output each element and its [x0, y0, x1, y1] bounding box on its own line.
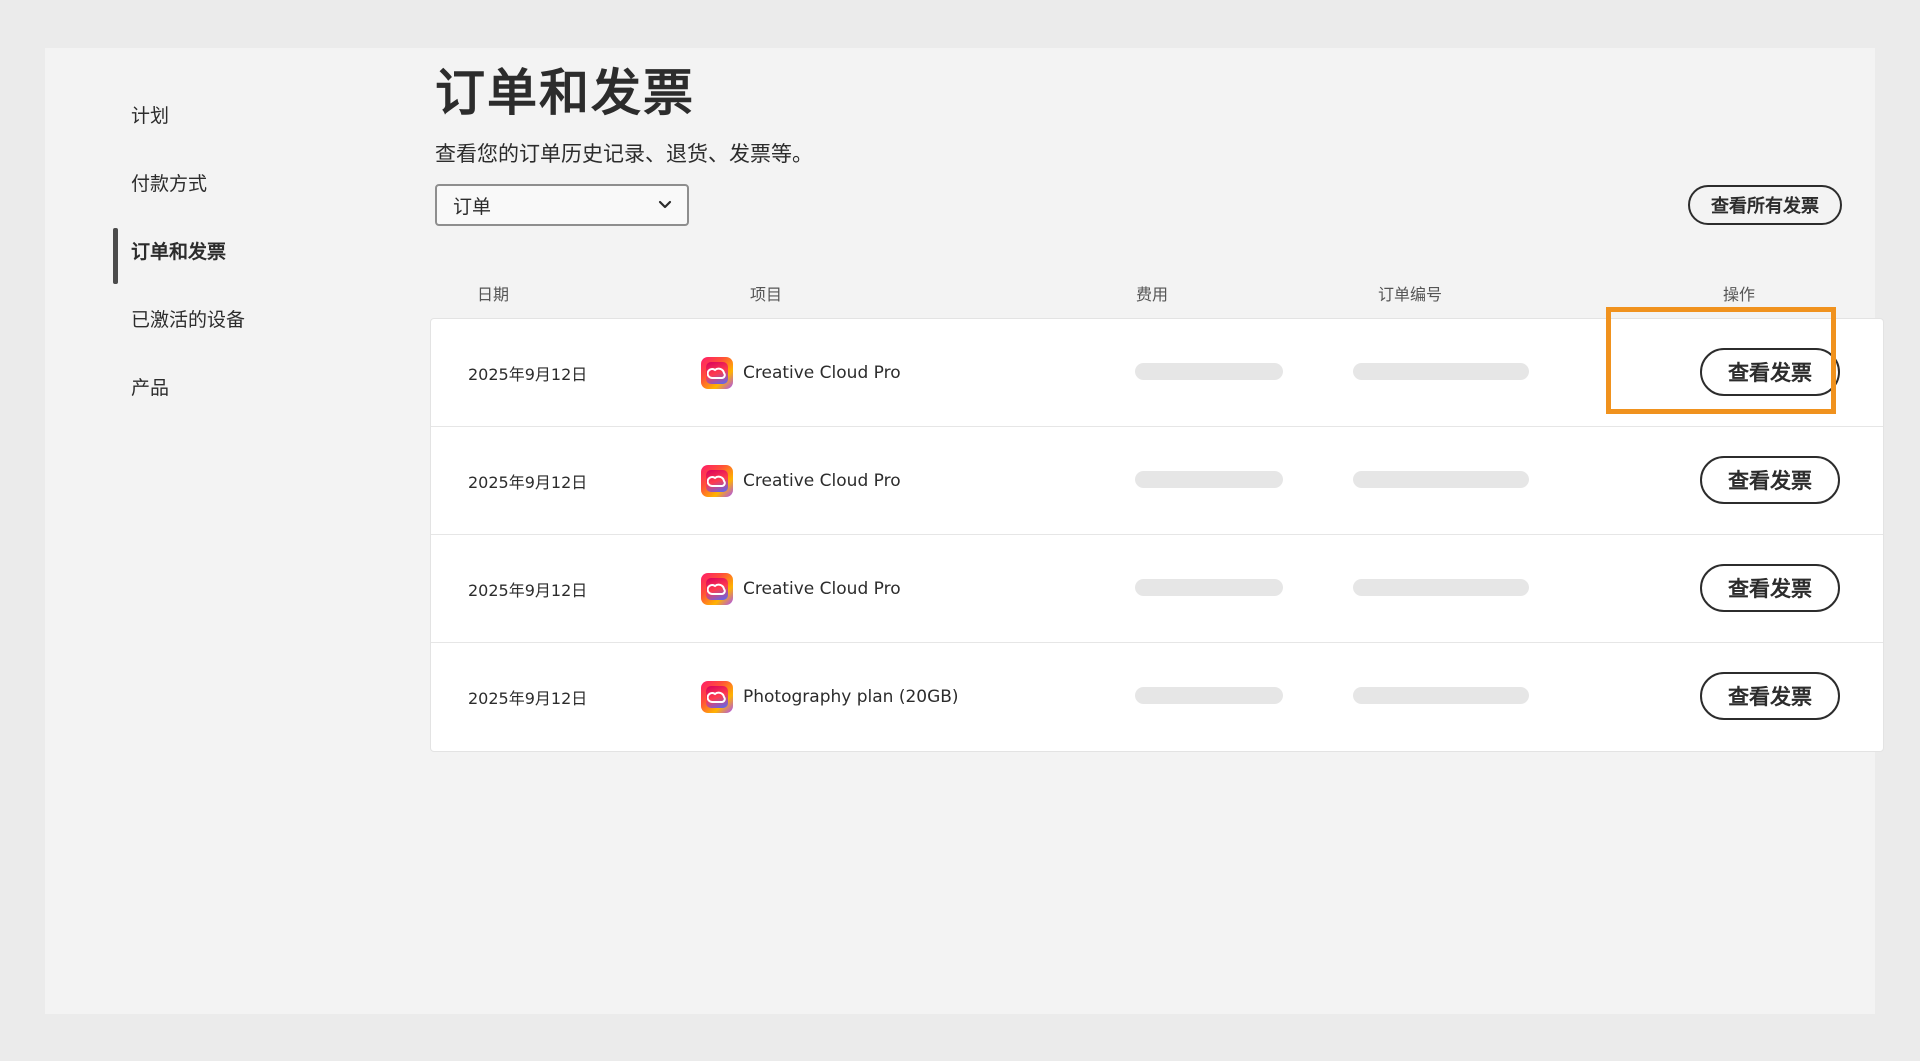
view-all-invoices-button[interactable]: 查看所有发票: [1688, 185, 1842, 225]
sidebar-item-payment-methods[interactable]: 付款方式: [113, 148, 353, 216]
table-row: 2025年9月12日 Creative Cloud Pro 查看发票: [431, 535, 1883, 643]
order-number-placeholder: [1353, 687, 1529, 704]
order-number-placeholder: [1353, 579, 1529, 596]
sidebar-item-label: 产品: [131, 376, 170, 399]
table-row: 2025年9月12日 Creative Cloud Pro 查看发票: [431, 427, 1883, 535]
order-date: 2025年9月12日: [468, 364, 588, 384]
order-type-select-value: 订单: [453, 195, 492, 218]
column-header-order-number: 订单编号: [1378, 285, 1443, 304]
order-type-select[interactable]: 订单: [435, 184, 689, 226]
item-name: Creative Cloud Pro: [743, 362, 901, 383]
fee-placeholder: [1135, 363, 1283, 380]
table-row: 2025年9月12日 Creative Cloud Pro 查看发票: [431, 319, 1883, 427]
column-header-fee: 费用: [1136, 285, 1169, 304]
app-canvas: 计划 付款方式 订单和发票 已激活的设备 产品 订单和发票 查看您的订单历史记录…: [45, 48, 1884, 1014]
column-header-action: 操作: [1723, 285, 1756, 304]
order-date: 2025年9月12日: [468, 580, 588, 600]
view-invoice-button[interactable]: 查看发票: [1700, 456, 1840, 504]
sidebar-nav: 计划 付款方式 订单和发票 已激活的设备 产品: [113, 80, 353, 420]
order-date: 2025年9月12日: [468, 472, 588, 492]
order-item: Creative Cloud Pro: [701, 535, 901, 642]
view-invoice-button[interactable]: 查看发票: [1700, 348, 1840, 396]
sidebar-item-label: 付款方式: [131, 172, 208, 195]
sidebar-item-label: 订单和发票: [131, 240, 227, 263]
view-invoice-button[interactable]: 查看发票: [1700, 672, 1840, 720]
page-subtitle: 查看您的订单历史记录、退货、发票等。: [435, 142, 813, 166]
creative-cloud-icon: [701, 356, 733, 389]
sidebar-item-activated-devices[interactable]: 已激活的设备: [113, 284, 353, 352]
table-header: 日期 项目 费用 订单编号 操作: [390, 281, 1850, 304]
order-number-placeholder: [1353, 471, 1529, 488]
sidebar-item-label: 计划: [131, 104, 170, 127]
orders-table: 2025年9月12日 Creative Cloud Pro 查看发票 2025年…: [430, 318, 1884, 752]
order-date: 2025年9月12日: [468, 689, 588, 708]
order-item: Photography plan (20GB): [701, 643, 959, 751]
order-number-placeholder: [1353, 363, 1529, 380]
order-item: Creative Cloud Pro: [701, 427, 901, 534]
column-header-date: 日期: [477, 285, 510, 304]
item-name: Photography plan (20GB): [743, 687, 959, 707]
view-invoice-button[interactable]: 查看发票: [1700, 564, 1840, 612]
column-header-item: 项目: [750, 285, 783, 304]
creative-cloud-icon: [701, 681, 733, 713]
sidebar-item-plans[interactable]: 计划: [113, 80, 353, 148]
creative-cloud-icon: [701, 464, 733, 497]
creative-cloud-icon: [701, 572, 733, 605]
item-name: Creative Cloud Pro: [743, 578, 901, 599]
table-row: 2025年9月12日 Photography plan (20GB) 查看发票: [431, 643, 1883, 751]
chevron-down-icon: [658, 200, 672, 209]
item-name: Creative Cloud Pro: [743, 470, 901, 491]
fee-placeholder: [1135, 687, 1283, 704]
order-item: Creative Cloud Pro: [701, 319, 901, 426]
fee-placeholder: [1135, 579, 1283, 596]
sidebar-item-products[interactable]: 产品: [113, 352, 353, 420]
fee-placeholder: [1135, 471, 1283, 488]
page-title: 订单和发票: [435, 64, 695, 122]
sidebar-item-label: 已激活的设备: [131, 308, 246, 331]
sidebar-item-orders-invoices[interactable]: 订单和发票: [113, 216, 353, 284]
